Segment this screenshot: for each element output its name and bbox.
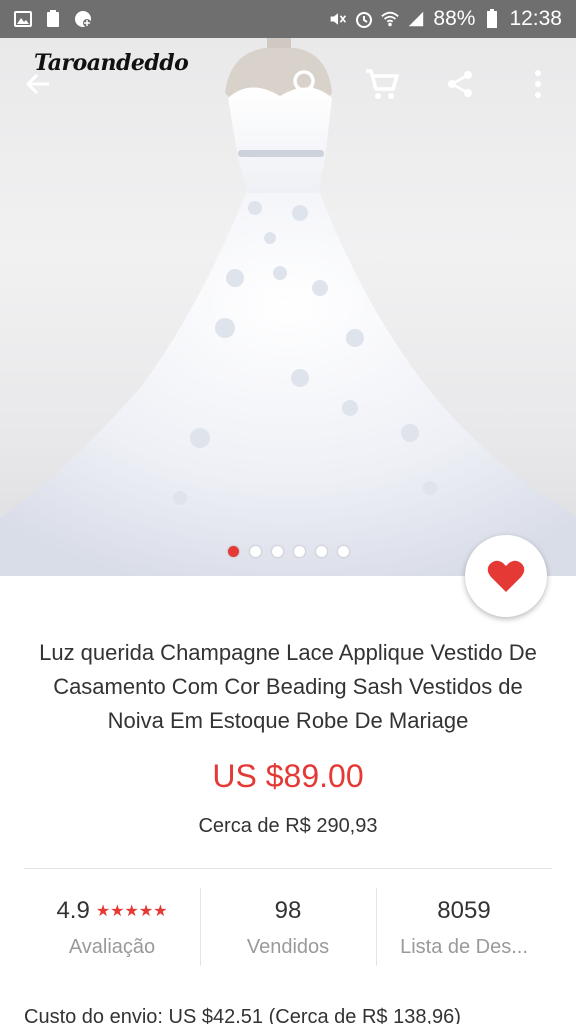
back-button[interactable]: [16, 62, 60, 106]
top-toolbar: [0, 62, 576, 106]
search-icon: [293, 70, 322, 99]
wishlist-stat[interactable]: 8059 Lista de Des...: [376, 888, 552, 978]
shipping-cost[interactable]: Custo do envio: US $42.51 (Cerca de R$ 1…: [24, 1006, 564, 1024]
rating-label: Avaliação: [68, 936, 156, 958]
arrow-back-icon: [25, 73, 49, 95]
sold-label: Vendidos: [246, 936, 330, 958]
carousel-dot[interactable]: [271, 546, 283, 557]
wishlist-count: 8059: [437, 897, 491, 924]
more-vert-icon: [535, 70, 541, 98]
carousel-dot[interactable]: [249, 546, 261, 557]
wishlist-button[interactable]: [465, 535, 547, 617]
rating-stars: ★★★★★: [95, 903, 168, 920]
messenger-icon: [74, 10, 92, 28]
rating-value: 4.9: [56, 897, 90, 924]
carousel-dot[interactable]: [315, 546, 327, 557]
signal-icon: [407, 10, 425, 28]
sold-stat[interactable]: 98 Vendidos: [200, 888, 376, 978]
product-price: US $89.00: [212, 758, 364, 794]
alarm-icon: [355, 10, 373, 28]
search-button[interactable]: [285, 62, 329, 106]
carousel-dot[interactable]: [337, 546, 349, 557]
status-bar: 88% 12:38: [0, 0, 576, 38]
product-title: Luz querida Champagne Lace Applique Vest…: [39, 640, 537, 733]
cart-button[interactable]: [360, 62, 404, 106]
wifi-icon: [381, 10, 400, 28]
clock: 12:38: [509, 7, 562, 30]
carousel-dot[interactable]: [293, 546, 305, 557]
product-stats: 4.9 ★★★★★ Avaliação 98 Vendidos 8059 Lis…: [24, 888, 552, 978]
heart-icon: [487, 560, 525, 592]
share-button[interactable]: [438, 62, 482, 106]
wishlist-label: Lista de Des...: [400, 936, 528, 958]
more-options-button[interactable]: [516, 62, 560, 106]
product-image-carousel[interactable]: Taroandeddo: [0, 38, 576, 576]
mute-icon: [329, 10, 347, 28]
product-photo: [0, 38, 576, 576]
share-icon: [448, 71, 472, 97]
sold-value: 98: [274, 897, 302, 924]
cart-icon: [366, 69, 399, 99]
battery-percent: 88%: [433, 7, 476, 30]
divider: [24, 868, 552, 869]
recycle-icon: [44, 10, 62, 28]
approx-price: Cerca de R$ 290,93: [198, 815, 378, 837]
rating-stat[interactable]: 4.9 ★★★★★ Avaliação: [24, 888, 200, 978]
gallery-icon: [14, 10, 32, 28]
carousel-dot[interactable]: [227, 546, 239, 557]
battery-icon: [483, 9, 501, 28]
